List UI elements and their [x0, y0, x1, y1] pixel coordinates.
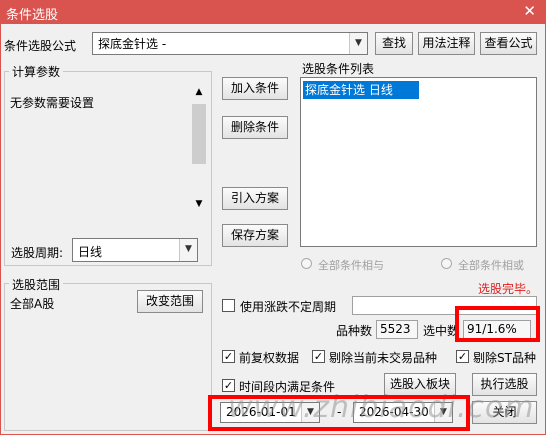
exclude-untraded-label: 剔除当前未交易品种 — [329, 351, 438, 365]
scroll-up-icon[interactable]: ▲ — [190, 84, 208, 100]
period-select-value: 日线 — [78, 245, 103, 259]
exclude-st-label: 剔除ST品种 — [473, 351, 536, 365]
radio-or[interactable] — [441, 258, 452, 269]
change-scope-button[interactable]: 改变范围 — [137, 290, 203, 313]
radio-and[interactable] — [301, 258, 312, 269]
exclude-st-checkbox[interactable]: ✓ — [456, 350, 469, 363]
params-group-title: 计算参数 — [9, 63, 64, 80]
add-condition-button[interactable]: 加入条件 — [222, 77, 288, 100]
adjusted-checkbox[interactable]: ✓ — [222, 350, 235, 363]
view-formula-button[interactable]: 查看公式 — [480, 32, 537, 55]
scroll-down-icon[interactable]: ▼ — [190, 196, 208, 212]
formula-select-value: 探底金针选 - — [98, 37, 167, 51]
period-select[interactable]: 日线 ▼ — [72, 238, 198, 262]
highlight-box — [208, 395, 470, 431]
list-item[interactable]: 探底金针选 日线 — [303, 81, 419, 99]
formula-label: 条件选股公式 — [4, 39, 77, 53]
selected-label: 选中数 — [423, 324, 460, 338]
radio-or-label: 全部条件相或 — [458, 259, 524, 272]
scope-value: 全部A股 — [10, 297, 55, 311]
period-label: 选股周期: — [11, 246, 64, 260]
chevron-down-icon[interactable]: ▼ — [349, 33, 367, 54]
count-value: 5523 — [376, 320, 418, 339]
highlight-box — [455, 306, 540, 342]
uncertain-period-label: 使用涨跌不定周期 — [240, 300, 337, 314]
find-button[interactable]: 查找 — [375, 32, 413, 55]
title-bar: 条件选股 ✕ — [0, 0, 546, 24]
close-icon[interactable]: ✕ — [523, 2, 536, 20]
chevron-down-icon[interactable]: ▼ — [179, 239, 197, 261]
radio-and-label: 全部条件相与 — [318, 259, 384, 272]
save-plan-button[interactable]: 保存方案 — [222, 224, 288, 247]
usage-button[interactable]: 用法注释 — [418, 32, 475, 55]
delete-condition-button[interactable]: 删除条件 — [222, 116, 288, 139]
scope-group-title: 选股范围 — [9, 276, 64, 293]
params-empty-text: 无参数需要设置 — [10, 96, 95, 110]
status-text: 选股完毕。 — [478, 282, 539, 296]
formula-select[interactable]: 探底金针选 - ▼ — [92, 32, 368, 55]
count-label: 品种数 — [336, 324, 373, 338]
conditions-title: 选股条件列表 — [302, 62, 375, 76]
exclude-untraded-checkbox[interactable]: ✓ — [312, 350, 325, 363]
scroll-thumb[interactable] — [192, 104, 206, 164]
conditions-list[interactable]: 探底金针选 日线 — [300, 77, 537, 247]
window-title: 条件选股 — [6, 8, 59, 23]
adjusted-label: 前复权数据 — [239, 351, 300, 365]
uncertain-period-checkbox[interactable] — [222, 299, 235, 312]
import-plan-button[interactable]: 引入方案 — [222, 187, 288, 210]
params-scrollbar[interactable]: ▲ ▼ — [190, 84, 208, 212]
